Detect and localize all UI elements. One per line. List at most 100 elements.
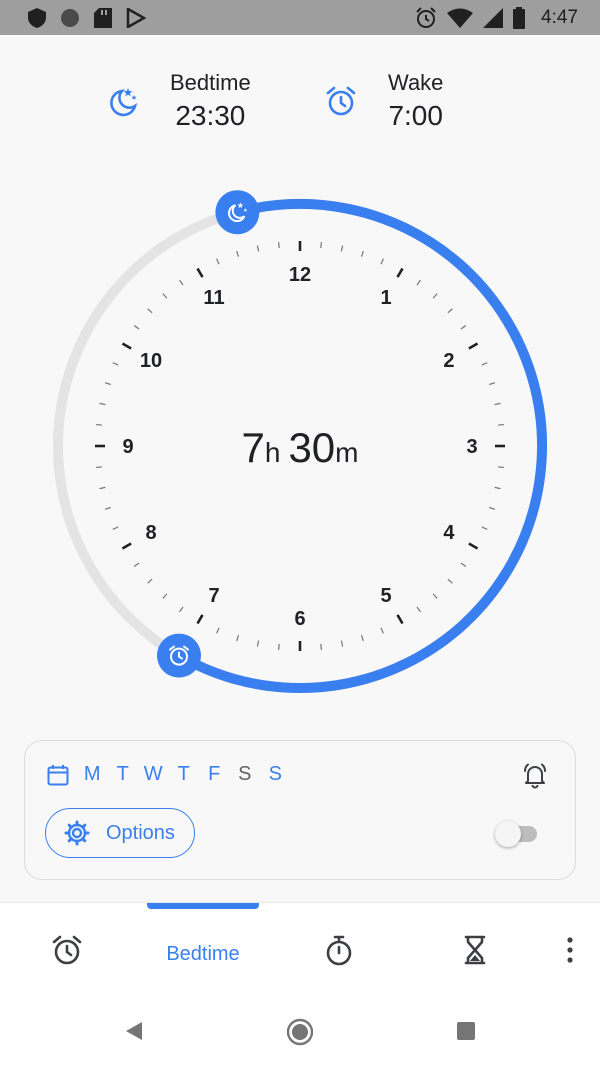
hour-number: 11: [203, 287, 224, 309]
minute-tick: [236, 250, 240, 257]
sleep-arc: [174, 199, 547, 693]
minute-tick: [256, 245, 260, 252]
status-time: 4:47: [541, 7, 578, 28]
calendar-icon: [47, 764, 69, 785]
minute-tick: [416, 606, 421, 613]
duration-minutes: 30: [288, 424, 335, 471]
alarm-tab-icon[interactable]: [50, 933, 84, 967]
hour-number: 8: [145, 522, 156, 544]
minute-tick: [216, 627, 220, 634]
bedtime-handle-circle: [215, 190, 260, 235]
home-icon[interactable]: [286, 1018, 314, 1046]
wake-handle[interactable]: [157, 633, 201, 678]
day-selector: M T W T F S S: [47, 763, 291, 786]
recents-icon[interactable]: [456, 1021, 476, 1041]
back-icon[interactable]: [122, 1020, 144, 1042]
sleep-duration: 7h 30m: [242, 424, 359, 471]
minute-tick: [497, 423, 504, 426]
minute-tick: [99, 402, 106, 406]
more-options-icon[interactable]: [560, 933, 580, 967]
circle-icon: [61, 9, 79, 27]
hour-tick: [196, 614, 204, 625]
hour-number: 4: [443, 522, 455, 544]
wake-summary[interactable]: Wake 7:00: [324, 70, 443, 132]
day-friday[interactable]: F: [199, 763, 230, 786]
timer-tab-icon[interactable]: [458, 933, 492, 967]
duration-hours-unit: h: [265, 437, 281, 468]
status-bar: 4:47: [0, 0, 600, 35]
hour-number: 7: [208, 585, 219, 607]
bell-ringing-icon[interactable]: [521, 761, 549, 789]
system-navigation-bar: [0, 994, 600, 1067]
bedtime-toggle[interactable]: [495, 821, 539, 847]
minute-tick: [494, 402, 501, 406]
minute-tick: [360, 250, 364, 257]
duration-minutes-unit: m: [335, 437, 358, 468]
day-tuesday[interactable]: T: [108, 763, 139, 786]
shield-icon: [28, 8, 46, 28]
minute-tick: [360, 635, 364, 642]
alarm-clock-icon: [326, 86, 356, 116]
minute-tick: [481, 526, 488, 530]
minute-tick: [104, 382, 111, 386]
minute-tick: [179, 279, 184, 286]
wake-value: 7:00: [388, 100, 443, 131]
minute-tick: [320, 242, 323, 249]
day-thursday[interactable]: T: [169, 763, 200, 786]
minute-tick: [340, 640, 344, 647]
hour-number: 2: [443, 350, 454, 372]
day-sunday[interactable]: S: [260, 763, 291, 786]
tab-bedtime[interactable]: Bedtime: [150, 943, 256, 966]
day-wednesday[interactable]: W: [138, 763, 169, 786]
hour-number: 10: [140, 350, 162, 372]
wifi-icon: [447, 8, 474, 28]
minute-tick: [147, 578, 153, 584]
minute-tick: [96, 466, 103, 469]
duration-hours: 7: [242, 424, 265, 471]
minute-tick: [162, 593, 168, 599]
battery-icon: [513, 7, 526, 29]
day-saturday[interactable]: S: [230, 763, 261, 786]
minute-tick: [320, 643, 323, 650]
bedtime-label: Bedtime: [170, 70, 251, 95]
minute-tick: [494, 486, 501, 490]
hour-tick: [396, 614, 404, 625]
alarm-icon: [416, 7, 436, 28]
bedtime-summary[interactable]: Bedtime 23:30: [106, 70, 251, 132]
hour-tick: [468, 542, 479, 550]
hour-number: 1: [380, 287, 391, 309]
minute-tick: [340, 245, 344, 252]
minute-tick: [460, 325, 467, 330]
minute-tick: [489, 506, 496, 510]
minute-tick: [236, 635, 240, 642]
minute-tick: [112, 362, 119, 366]
bedtime-value: 23:30: [175, 100, 246, 131]
minute-tick: [432, 293, 438, 299]
toggle-thumb: [495, 821, 521, 847]
minute-tick: [460, 562, 467, 567]
minute-tick: [380, 627, 384, 634]
minute-tick: [179, 606, 184, 613]
minute-tick: [147, 308, 153, 314]
day-monday[interactable]: M: [77, 763, 108, 786]
bedtime-handle[interactable]: [215, 190, 260, 235]
stopwatch-tab-icon[interactable]: [322, 933, 356, 967]
minute-tick: [481, 362, 488, 366]
minute-tick: [162, 293, 168, 299]
hour-number: 9: [122, 436, 133, 458]
gear-icon: [64, 820, 90, 846]
hour-number: 6: [294, 608, 305, 630]
hour-tick: [121, 542, 132, 550]
schedule-card: M T W T F S S Options: [24, 740, 576, 880]
minute-tick: [216, 258, 220, 265]
minute-tick: [112, 526, 119, 530]
hour-number: 5: [380, 585, 391, 607]
bottom-navigation: Bedtime: [0, 902, 600, 995]
minute-tick: [96, 423, 103, 426]
bedtime-dial[interactable]: 121234567891011 7h 30m: [0, 180, 600, 710]
options-button[interactable]: Options: [45, 808, 195, 858]
minute-tick: [416, 279, 421, 286]
minute-tick: [380, 258, 384, 265]
minute-tick: [256, 640, 260, 647]
sd-card-icon: [94, 8, 112, 28]
